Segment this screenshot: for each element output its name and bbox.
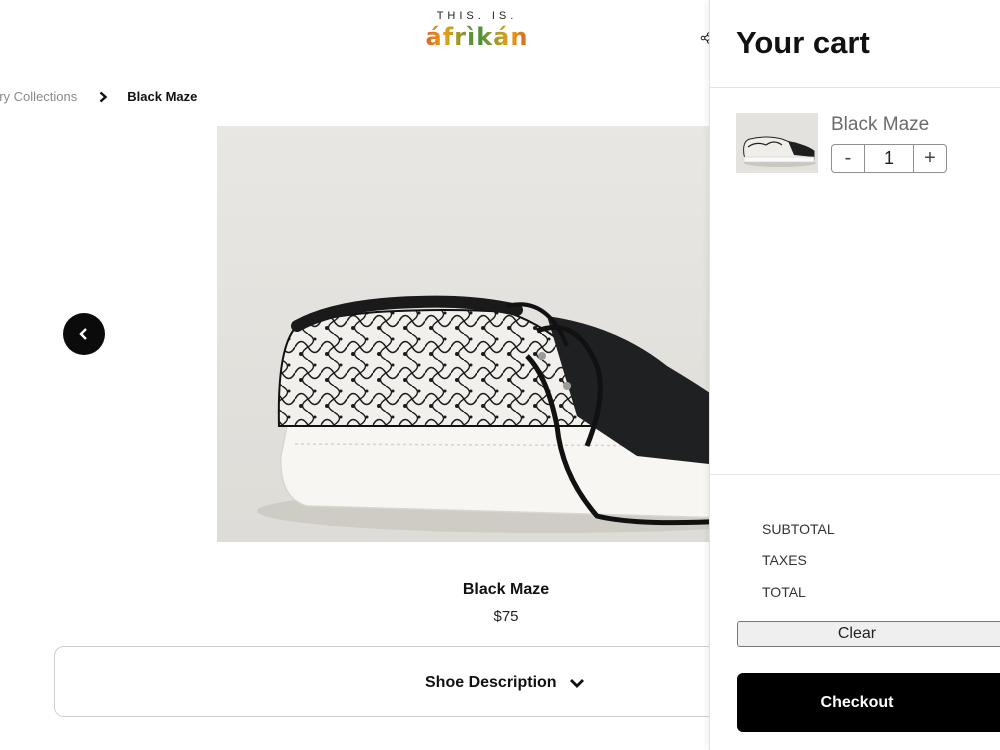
checkout-button[interactable]: Checkout [737,673,1000,732]
breadcrumb-collections-link[interactable]: ury Collections [0,89,77,104]
gallery-prev-button[interactable] [63,313,105,355]
page: THIS. IS. áfrìkán ury Collections Black … [0,0,1000,750]
cart-drawer: Your cart Black Maze - 1 + SUBTOTAL TAXE… [709,0,1000,750]
total-label: TOTAL [762,584,806,600]
clear-cart-button[interactable]: Clear [737,621,1000,647]
cart-item-thumbnail [736,113,818,173]
brand-wordmark: áfrìkán [412,23,542,51]
shoe-image [217,126,727,542]
cart-title: Your cart [736,25,870,60]
product-name: Black Maze [462,581,550,598]
divider [710,474,1000,475]
brand-tagline: THIS. IS. [436,10,518,22]
shoe-description-label: Shoe Description [425,674,557,691]
chevron-down-icon [569,679,584,688]
divider [710,87,1000,88]
product-price: $75 [493,608,519,625]
subtotal-label: SUBTOTAL [762,521,835,537]
quantity-stepper: - 1 + [831,144,947,173]
increment-button[interactable]: + [913,144,947,173]
decrement-button[interactable]: - [831,144,865,173]
quantity-field[interactable]: 1 [865,144,913,173]
shoe-description-toggle[interactable]: Shoe Description [54,646,754,717]
brand-logo[interactable]: THIS. IS. áfrìkán [412,10,542,51]
cart-item-name: Black Maze [831,114,930,135]
breadcrumb: ury Collections Black Maze [0,89,197,104]
shoe-description-header: Shoe Description [425,674,585,692]
product-image[interactable] [217,126,727,542]
chevron-right-icon [99,91,108,102]
taxes-label: TAXES [762,552,807,568]
breadcrumb-current: Black Maze [127,89,198,104]
chevron-left-icon [79,328,87,340]
